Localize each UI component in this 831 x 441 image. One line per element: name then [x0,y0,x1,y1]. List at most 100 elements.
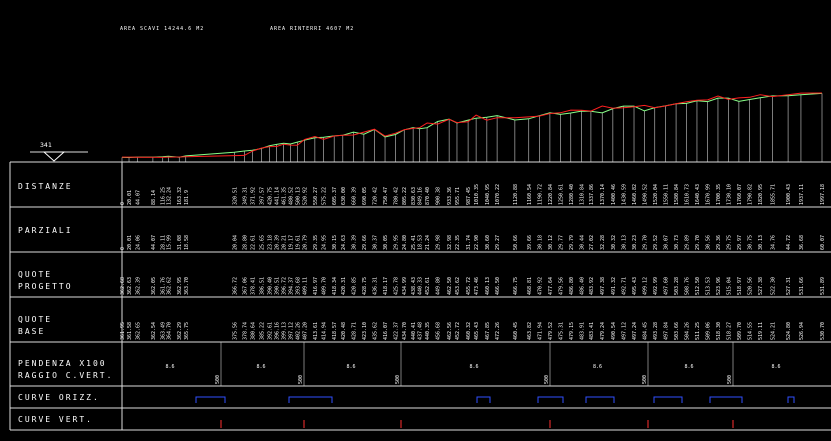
quote-progetto-cell: 418.34 [332,277,338,295]
parziali-cell: 30.13 [621,235,627,250]
quote-base-cell: 518.30 [716,322,722,340]
parziali-cell: 29.27 [495,235,501,250]
quote-progetto-cell: 499.12 [642,277,648,295]
quote-base-cell: 396.16 [275,322,281,340]
parziali-cell: 30.18 [537,235,543,250]
quote-base-cell: 503.66 [674,322,680,340]
quote-base-cell: 418.57 [332,322,338,340]
parziali-cell: 30.56 [706,235,712,250]
distanze-cell: 1250.61 [558,184,564,205]
parziali-cell: 28.80 [242,235,248,250]
parziali-cell: 24.80 [402,235,408,250]
distanze-cell: 987.45 [466,187,472,205]
parziali-cell: 0 [120,247,126,250]
distanze-cell: 1160.54 [527,184,533,205]
distanze-cell: 605.37 [332,187,338,205]
parziali-cell: 32.28 [600,235,606,250]
parziali-cell: 44.07 [151,235,157,250]
parziali-cell: 30.12 [548,235,554,250]
parziali-cell: 25.41 [411,235,417,250]
distanze-cell: 1070.22 [495,184,501,205]
parziali-cell: 30.60 [485,235,491,250]
quote-progetto-cell: 460.13 [485,277,491,295]
distanze-cell: 1580.84 [674,184,680,205]
distanze-cell: 1997.18 [820,184,826,205]
horizontal-curve-mark [585,396,615,403]
quote-progetto-cell: 409.11 [303,277,309,295]
parziali-cell: 30.32 [611,235,617,250]
distanze-cell: 1010.35 [474,184,480,205]
parziali-cell: 29.77 [558,235,564,250]
quote-base-cell: 479.52 [548,322,554,340]
quote-progetto-cell: 497.38 [600,277,606,295]
distanze-cell: 630.00 [341,187,347,205]
quote-progetto-cell: 468.81 [527,277,533,295]
quote-progetto-cell: 518.97 [737,277,743,295]
distanze-cell: 1937.11 [799,184,805,205]
parziali-cell: 20.79 [303,235,309,250]
distanze-cell: 955.71 [455,187,461,205]
quote-base-cell: 465.43 [474,322,480,340]
distanze-cell: 461.35 [282,187,288,205]
row-label-parziali: PARZIALI [18,226,73,235]
quote-base-cell: 402.26 [295,322,301,340]
quote-base-cell: 497.12 [621,322,627,340]
quote-base-cell: 435.62 [373,322,379,340]
distanze-cell: 1190.72 [537,184,543,205]
quote-progetto-cell: 420.85 [352,277,358,295]
profile-drawing: AREA SCAVI 14244.6 M2 AREA RINTERRI 4607… [9,26,831,431]
quote-progetto-cell: 515.04 [726,277,732,295]
quote-progetto-cell: 362.39 [135,277,141,295]
distanze-cell: 1460.82 [632,184,638,205]
parziali-cell: 24.63 [341,235,347,250]
pendenza-value: 8.6 [347,364,356,370]
distanze-cell: 720.42 [373,187,379,205]
row-label-pendenza: PENDENZA X100 [18,359,107,368]
parziali-cell: 20.21 [282,235,288,250]
quote-base-cell: 462.56 [447,322,453,340]
distanze-cell: 1790.82 [748,184,754,205]
quote-progetto-cell: 495.43 [632,277,638,295]
distanze-cell: 1700.35 [716,184,722,205]
quote-base-cell: 440.41 [411,322,417,340]
distanze-cell: 1760.07 [737,184,743,205]
quote-base-cell: 437.48 [418,322,424,340]
quote-base-cell: 416.07 [383,322,389,340]
parziali-cell: 22.61 [250,235,256,250]
quote-progetto-cell: 492.99 [653,277,659,295]
parziali-cell: 27.02 [589,235,595,250]
quote-base-cell: 422.37 [394,322,400,340]
distanze-cell: 132.24 [166,187,172,205]
parziali-cell: 31.74 [466,235,472,250]
quote-progetto-cell: 531.89 [820,277,826,295]
parziali-cell: 29.98 [436,235,442,250]
quote-base-cell: 490.54 [611,322,617,340]
quote-base-cell: 484.45 [642,322,648,340]
parziali-cell: 29.35 [313,235,319,250]
quote-progetto-cell: 453.62 [455,277,461,295]
quote-progetto-cell: 492.71 [621,277,627,295]
quote-base-cell: 524.21 [770,322,776,340]
quote-progetto-cell: 420.31 [341,277,347,295]
quote-base-cell: 392.61 [268,322,274,340]
raggio-value: 500 [642,375,648,384]
parziali-cell: 22.90 [474,235,480,250]
horizontal-curve-mark [709,396,743,403]
row-label-distanze: DISTANZE [18,182,73,191]
quote-progetto-cell: 520.56 [748,277,754,295]
quote-progetto-cell: 416.97 [313,277,319,295]
quote-progetto-cell: 486.80 [569,277,575,295]
row-label-quote-base-1: QUOTE [18,315,52,324]
distanze-cell: 1670.99 [706,184,712,205]
distanze-cell: 1900.43 [786,184,792,205]
quote-progetto-cell: 473.46 [474,277,480,295]
parziali-cell: 29.89 [685,235,691,250]
quote-progetto-cell: 409.70 [322,277,328,295]
section-verticals [121,93,823,162]
parziali-cell: 30.73 [674,235,680,250]
parziali-cell: 29.66 [362,235,368,250]
quote-base-cell: 399.13 [282,322,288,340]
quote-progetto-cell: 418.17 [383,277,389,295]
parziali-cell: 36.68 [799,235,805,250]
distanze-cell: 500.13 [295,187,301,205]
